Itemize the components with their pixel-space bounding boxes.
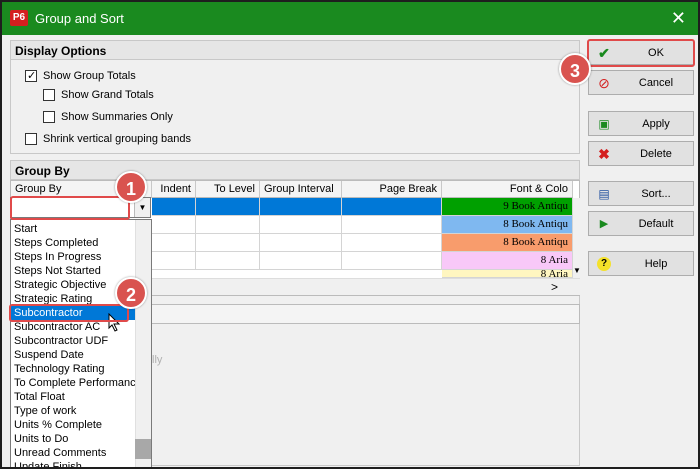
- list-item[interactable]: Steps Completed: [11, 236, 135, 250]
- delete-x-icon: ✖: [598, 146, 610, 162]
- display-options-header: Display Options: [11, 41, 579, 60]
- partial-hidden-text: lly: [152, 354, 163, 366]
- font-color-cell[interactable]: 8 Aria: [442, 252, 573, 270]
- window-title: Group and Sort: [35, 11, 124, 26]
- list-item[interactable]: Units % Complete: [11, 418, 135, 432]
- grid-cell[interactable]: [342, 252, 442, 270]
- show-grand-totals-checkbox[interactable]: Show Grand Totals: [43, 87, 154, 103]
- button-label: Default: [638, 218, 674, 230]
- step-callout-2: 2: [115, 277, 147, 309]
- list-item[interactable]: Start: [11, 222, 135, 236]
- font-color-cell[interactable]: 8 Book Antiqu: [442, 234, 573, 252]
- scrollbar-thumb[interactable]: [135, 439, 151, 459]
- checkbox-label: Show Group Totals: [43, 70, 136, 82]
- check-icon: ✓: [27, 70, 37, 82]
- step-callout-1: 1: [115, 171, 147, 203]
- p6-app-icon: P6: [10, 10, 28, 26]
- chevron-down-icon[interactable]: ▼: [573, 266, 581, 275]
- column-page-break[interactable]: Page Break: [342, 181, 442, 198]
- grid-cell[interactable]: [196, 234, 260, 252]
- grid-cell[interactable]: [260, 216, 342, 234]
- font-color-cell[interactable]: 9 Book Antiqu: [442, 198, 573, 216]
- button-label: Help: [644, 258, 668, 270]
- checkbox-label: Shrink vertical grouping bands: [43, 133, 191, 145]
- close-icon[interactable]: ✕: [671, 8, 686, 28]
- grid-cell[interactable]: [342, 216, 442, 234]
- button-label: Apply: [642, 118, 670, 130]
- play-arrow-icon: ▶: [599, 218, 609, 230]
- font-color-cell[interactable]: 8 Aria: [442, 270, 573, 278]
- title-bar: P6 Group and Sort ✕: [2, 2, 698, 35]
- grid-cell[interactable]: [152, 216, 196, 234]
- highlight-box-ok: [587, 39, 695, 67]
- help-icon: ?: [597, 257, 611, 271]
- group-by-dropdown-list[interactable]: Start Steps Completed Steps In Progress …: [10, 219, 152, 467]
- dropdown-scrollbar[interactable]: [135, 220, 151, 467]
- list-item[interactable]: Steps Not Started: [11, 264, 135, 278]
- list-item[interactable]: Update Finish: [11, 460, 135, 467]
- column-to-level[interactable]: To Level: [196, 181, 260, 198]
- sort-icon: ▤: [598, 187, 610, 201]
- apply-button[interactable]: ▣ Apply: [588, 111, 694, 136]
- grid-cell[interactable]: [196, 252, 260, 270]
- grid-cell[interactable]: [342, 234, 442, 252]
- button-label: Cancel: [638, 77, 674, 89]
- grid-cell[interactable]: [260, 198, 342, 216]
- list-item[interactable]: Steps In Progress: [11, 250, 135, 264]
- sort-button[interactable]: ▤ Sort...: [588, 181, 694, 206]
- grid-cell[interactable]: [196, 216, 260, 234]
- step-callout-3: 3: [559, 53, 591, 85]
- grid-cell[interactable]: [196, 198, 260, 216]
- list-item[interactable]: Unread Comments: [11, 446, 135, 460]
- show-group-totals-checkbox[interactable]: ✓ Show Group Totals: [25, 68, 136, 84]
- checkbox-box[interactable]: [25, 133, 37, 145]
- highlight-box-combo: [10, 196, 130, 220]
- grid-cell[interactable]: [152, 198, 196, 216]
- display-options-panel: Display Options ✓ Show Group Totals Show…: [10, 40, 580, 154]
- font-color-cell[interactable]: 8 Book Antiqu: [442, 216, 573, 234]
- default-button[interactable]: ▶ Default: [588, 211, 694, 236]
- button-label: Delete: [640, 148, 672, 160]
- checkbox-box[interactable]: [43, 111, 55, 123]
- grid-cell[interactable]: [342, 198, 442, 216]
- chevron-right-icon[interactable]: >: [551, 280, 558, 294]
- cancel-icon: ⊘: [598, 75, 610, 91]
- checkbox-label: Show Grand Totals: [61, 89, 154, 101]
- grid-cell[interactable]: [152, 252, 196, 270]
- list-item[interactable]: Technology Rating: [11, 362, 135, 376]
- apply-icon: ▣: [598, 117, 610, 131]
- grid-cell[interactable]: [260, 252, 342, 270]
- shrink-bands-checkbox[interactable]: Shrink vertical grouping bands: [25, 131, 191, 147]
- list-item[interactable]: To Complete Performance: [11, 376, 135, 390]
- list-item[interactable]: Units to Do: [11, 432, 135, 446]
- group-and-sort-dialog: P6 Group and Sort ✕ Display Options ✓ Sh…: [0, 0, 700, 469]
- cancel-button[interactable]: ⊘ Cancel: [588, 70, 694, 95]
- button-label: Sort...: [641, 188, 671, 200]
- checkbox-box[interactable]: [43, 89, 55, 101]
- group-by-header: Group By: [11, 161, 579, 180]
- grid-cell[interactable]: [152, 234, 196, 252]
- column-indent[interactable]: Indent: [152, 181, 196, 198]
- list-item[interactable]: Subcontractor UDF: [11, 334, 135, 348]
- list-item[interactable]: Total Float: [11, 390, 135, 404]
- column-font-color[interactable]: Font & Colo: [442, 181, 573, 198]
- delete-button[interactable]: ✖ Delete: [588, 141, 694, 166]
- list-item[interactable]: Suspend Date: [11, 348, 135, 362]
- checkbox-label: Show Summaries Only: [61, 111, 173, 123]
- grid-vertical-scrollbar[interactable]: ▼: [573, 198, 582, 278]
- highlight-box-subcontractor: [9, 304, 129, 322]
- column-group-interval[interactable]: Group Interval: [260, 181, 342, 198]
- list-item[interactable]: Type of work: [11, 404, 135, 418]
- grid-cell[interactable]: [260, 234, 342, 252]
- show-summaries-only-checkbox[interactable]: Show Summaries Only: [43, 109, 173, 125]
- checkbox-box[interactable]: ✓: [25, 70, 37, 82]
- help-button[interactable]: ? Help: [588, 251, 694, 276]
